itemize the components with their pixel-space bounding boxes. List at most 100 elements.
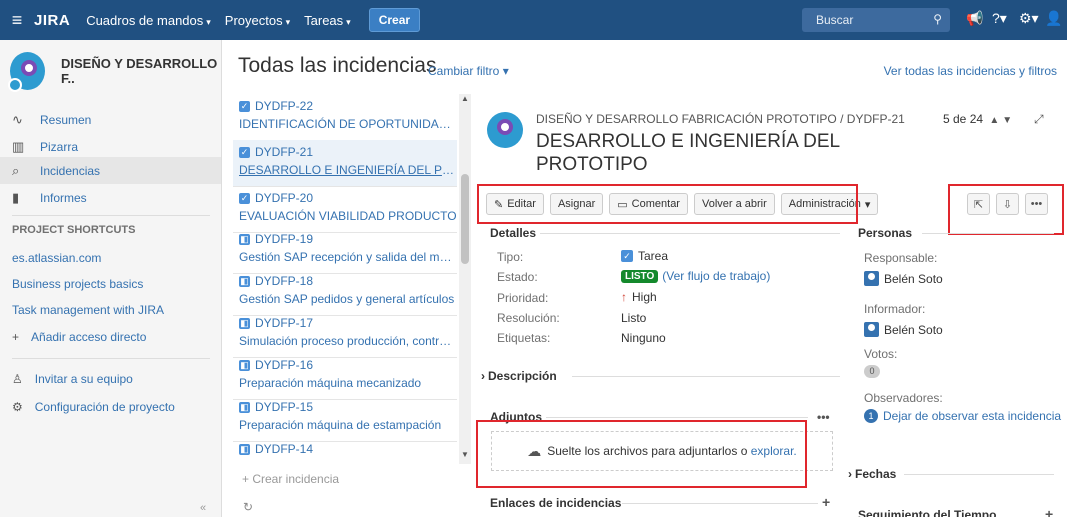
shortcut-link[interactable]: Business projects basics [12, 277, 143, 291]
subtask-type-icon: ◧ [239, 359, 250, 371]
subtask-type-icon: ◧ [239, 317, 250, 329]
field-value-type: ✓ Tarea [621, 249, 668, 263]
issue-pager: 5 de 24 ▲ ▼ [943, 112, 1013, 126]
chevron-down-icon: ▾ [285, 16, 291, 27]
people-section-heading[interactable]: Personas [858, 226, 912, 240]
breadcrumb-issue-link[interactable]: DYDFP-21 [847, 112, 905, 126]
field-value-resolution: Listo [621, 311, 647, 325]
pulse-icon: ∿ [12, 111, 23, 127]
expand-icon[interactable]: ⤢ [1034, 112, 1044, 127]
field-label-labels: Etiquetas: [497, 331, 551, 345]
page-title: Todas las incidencias [238, 54, 437, 77]
field-label-status: Estado: [497, 270, 538, 284]
project-settings-link[interactable]: ⚙ Configuración de proyecto [12, 400, 175, 414]
jira-logo[interactable]: JIRA [34, 12, 70, 29]
breadcrumb-project-link[interactable]: DISEÑO Y DESARROLLO FABRICACIÓN PROTOTIP… [536, 112, 837, 126]
sidebar-item-reports[interactable]: ▮ Informes [0, 184, 221, 211]
hamburger-menu-icon[interactable]: ≡ [0, 10, 34, 31]
field-value-status: LISTO (Ver flujo de trabajo) [621, 269, 770, 283]
list-item-selected[interactable]: ✓ DYDFP-21 DESARROLLO E INGENIERÍA DEL PRO… [233, 140, 457, 187]
help-icon[interactable]: ?▾ [992, 10, 1007, 27]
chevron-down-icon: ▾ [206, 16, 211, 27]
avatar [864, 322, 879, 337]
change-filter-link[interactable]: Cambiar filtro ▾ [428, 64, 509, 78]
add-user-icon: ♙ [12, 372, 23, 386]
assignee-value[interactable]: Belén Soto [864, 271, 943, 286]
divider [922, 233, 1054, 234]
top-navigation-bar: ≡ JIRA Cuadros de mandos ▾ Proyectos ▾ Tar… [0, 0, 1067, 40]
stop-watching-link[interactable]: Dejar de observar esta incidencia [883, 409, 1061, 423]
create-button[interactable]: Crear [368, 8, 421, 32]
settings-gear-icon[interactable]: ⚙▾ [1019, 10, 1039, 27]
sidebar-item-issues[interactable]: ⌕ Incidencias [0, 157, 221, 184]
sidebar-item-summary[interactable]: ∿ Resumen [0, 106, 221, 133]
watchers-label: Observadores: [864, 391, 943, 405]
shortcut-link[interactable]: Task management with JIRA [12, 303, 164, 317]
reporter-label: Informador: [864, 302, 926, 316]
votes-count-badge: 0 [864, 365, 880, 378]
list-item[interactable]: ◧ DYDFP-18 Gestión SAP pedidos y general a… [233, 269, 457, 316]
breadcrumb: DISEÑO Y DESARROLLO FABRICACIÓN PROTOTIP… [536, 112, 905, 126]
add-shortcut-link[interactable]: + Añadir acceso directo [12, 330, 146, 344]
time-tracking-section-heading[interactable]: Seguimiento del Tiempo [858, 508, 996, 517]
field-label-priority: Prioridad: [497, 291, 549, 305]
issue-list: ✓ DYDFP-22 IDENTIFICACIÓN DE OPORTUNIDADES… [233, 94, 457, 466]
search-icon[interactable]: ⚲ [933, 12, 942, 26]
nav-projects[interactable]: Proyectos ▾ [225, 13, 290, 28]
nav-issues[interactable]: Tareas ▾ [304, 13, 351, 28]
refresh-icon[interactable]: ↻ [243, 500, 253, 514]
assignee-label: Responsable: [864, 251, 938, 265]
chevron-down-icon: ▾ [346, 16, 351, 27]
list-item[interactable]: ◧ DYDFP-19 Gestión SAP recepción y salida … [233, 227, 457, 274]
reporter-value[interactable]: Belén Soto [864, 322, 943, 337]
issue-list-scrollbar[interactable]: ▲ ▼ [459, 94, 471, 464]
add-link-plus-icon[interactable]: + [822, 494, 830, 510]
collapse-sidebar-icon[interactable]: « [200, 502, 206, 514]
invite-team-link[interactable]: ♙ Invitar a su equipo [12, 372, 133, 386]
view-all-issues-link[interactable]: Ver todas las incidencias y filtros [884, 64, 1057, 78]
watchers-value[interactable]: 1 Dejar de observar esta incidencia [864, 409, 1061, 423]
gear-icon: ⚙ [12, 400, 23, 414]
dates-section-heading[interactable]: › Fechas [848, 467, 896, 481]
list-item[interactable]: ◧ DYDFP-17 Simulación proceso producción, … [233, 311, 457, 358]
attachments-options-icon[interactable]: ••• [817, 410, 830, 424]
list-item[interactable]: ◧ DYDFP-16 Preparación máquina mecanizado [233, 353, 457, 400]
list-item[interactable]: ✓ DYDFP-22 IDENTIFICACIÓN DE OPORTUNIDADES [233, 94, 457, 141]
board-icon: ▥ [12, 138, 25, 154]
list-item[interactable]: ◧ DYDFP-14 [233, 437, 457, 466]
shortcut-link[interactable]: es.atlassian.com [12, 251, 101, 265]
priority-high-icon: ↑ [621, 290, 627, 304]
divider [572, 376, 840, 377]
description-section-heading[interactable]: › Descripción [481, 369, 557, 383]
sidebar-item-board[interactable]: ▥ Pizarra [0, 133, 221, 160]
view-workflow-link[interactable]: (Ver flujo de trabajo) [662, 269, 770, 283]
create-issue-link[interactable]: + Crear incidencia [242, 472, 339, 486]
add-time-plus-icon[interactable]: + [1045, 506, 1053, 517]
scroll-down-icon[interactable]: ▼ [461, 450, 469, 459]
notifications-icon[interactable]: 📢 [966, 10, 983, 27]
divider [540, 233, 840, 234]
issue-links-section-heading[interactable]: Enlaces de incidencias [490, 496, 621, 510]
details-section-heading[interactable]: Detalles [490, 226, 536, 240]
search-input[interactable]: Buscar ⚲ [802, 8, 950, 32]
votes-value[interactable]: 0 [864, 365, 880, 378]
watchers-count-badge: 1 [864, 409, 878, 423]
issue-title: DESARROLLO E INGENIERÍA DEL PROTOTIPO [536, 131, 840, 175]
highlight-box [477, 184, 858, 224]
next-issue-icon[interactable]: ▼ [1002, 115, 1012, 126]
task-type-icon: ✓ [239, 192, 250, 204]
project-sidebar: DISEÑO Y DESARROLLO F.. ∿ Resumen ▥ Pizarr… [0, 40, 222, 517]
list-item[interactable]: ✓ DYDFP-20 EVALUACIÓN VIABILIDAD PRODUCTO [233, 186, 457, 233]
project-name: DISEÑO Y DESARROLLO F.. [61, 56, 218, 86]
scrollbar-thumb[interactable] [461, 174, 469, 264]
status-badge: LISTO [621, 269, 659, 283]
plus-icon: + [12, 330, 20, 344]
divider [546, 417, 808, 418]
project-header[interactable]: DISEÑO Y DESARROLLO F.. [8, 52, 221, 92]
scroll-up-icon[interactable]: ▲ [461, 94, 469, 103]
previous-issue-icon[interactable]: ▲ [989, 115, 999, 126]
user-avatar-icon[interactable]: 👤 [1045, 10, 1062, 27]
list-item[interactable]: ◧ DYDFP-15 Preparación máquina de estampac… [233, 395, 457, 442]
nav-dashboards[interactable]: Cuadros de mandos ▾ [86, 13, 211, 28]
avatar [864, 271, 879, 286]
